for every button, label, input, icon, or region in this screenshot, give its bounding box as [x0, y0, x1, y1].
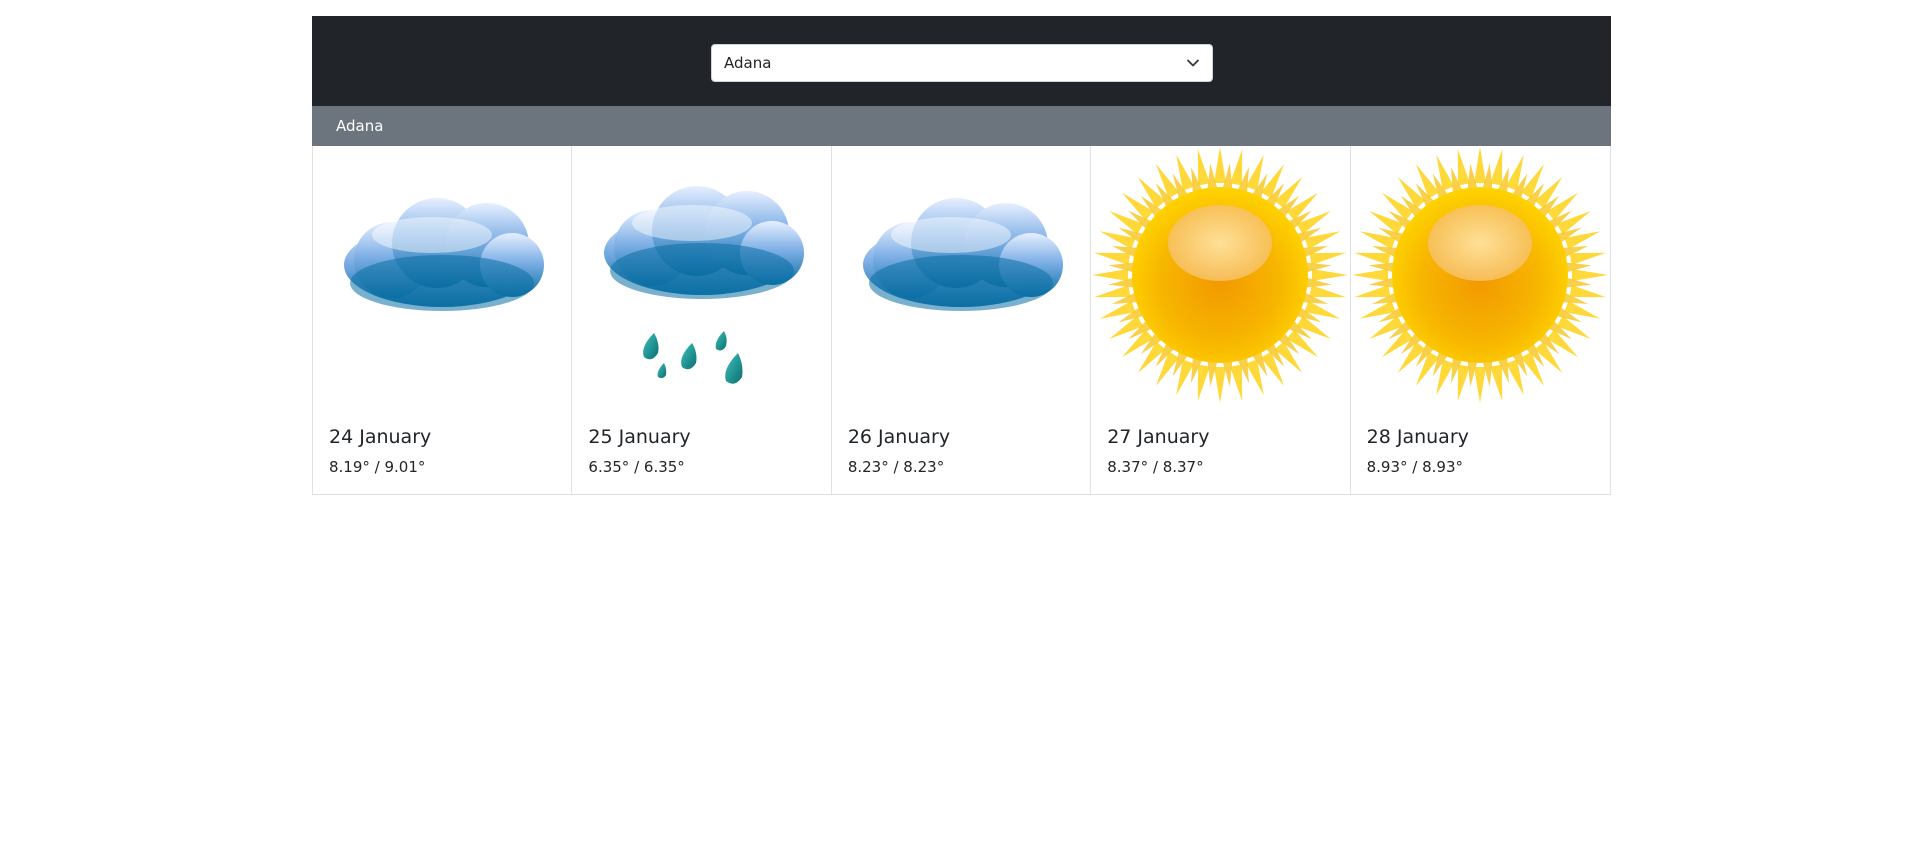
forecast-date: 25 January	[588, 426, 691, 448]
forecast-date: 27 January	[1107, 426, 1210, 448]
forecast-date: 26 January	[847, 426, 951, 448]
rain-cloud-icon	[572, 146, 830, 404]
city-title: Adana	[336, 117, 384, 135]
forecast-temps: 8.37° / 8.37°	[1107, 458, 1204, 476]
forecast-temps: 8.93° / 8.93°	[1366, 458, 1464, 476]
city-title-bar: Adana	[312, 106, 1611, 146]
forecast-date: 28 January	[1366, 426, 1469, 448]
forecast-list: 24 January 8.19° / 9.01° 25 January 6.35…	[312, 146, 1611, 495]
forecast-card: 25 January 6.35° / 6.35°	[572, 146, 832, 494]
city-select-value: Adana	[724, 54, 772, 72]
forecast-date: 24 January	[329, 426, 432, 448]
forecast-card: 28 January 8.93° / 8.93°	[1351, 146, 1610, 494]
chevron-down-icon	[1186, 56, 1200, 70]
header-bar: Adana	[312, 16, 1611, 106]
forecast-temps: 8.23° / 8.23°	[847, 458, 945, 476]
cloud-icon	[832, 146, 1090, 404]
weather-app: Adana Adana 24 January 8.19° / 9.01° 25 …	[312, 16, 1611, 495]
forecast-temps: 6.35° / 6.35°	[588, 458, 685, 476]
sun-icon	[1351, 146, 1610, 404]
sun-icon	[1091, 146, 1349, 404]
forecast-card: 26 January 8.23° / 8.23°	[832, 146, 1092, 494]
cloud-icon	[313, 146, 571, 404]
forecast-temps: 8.19° / 9.01°	[329, 458, 426, 476]
forecast-card: 27 January 8.37° / 8.37°	[1091, 146, 1351, 494]
forecast-card: 24 January 8.19° / 9.01°	[313, 146, 573, 494]
city-select[interactable]: Adana	[711, 44, 1213, 82]
